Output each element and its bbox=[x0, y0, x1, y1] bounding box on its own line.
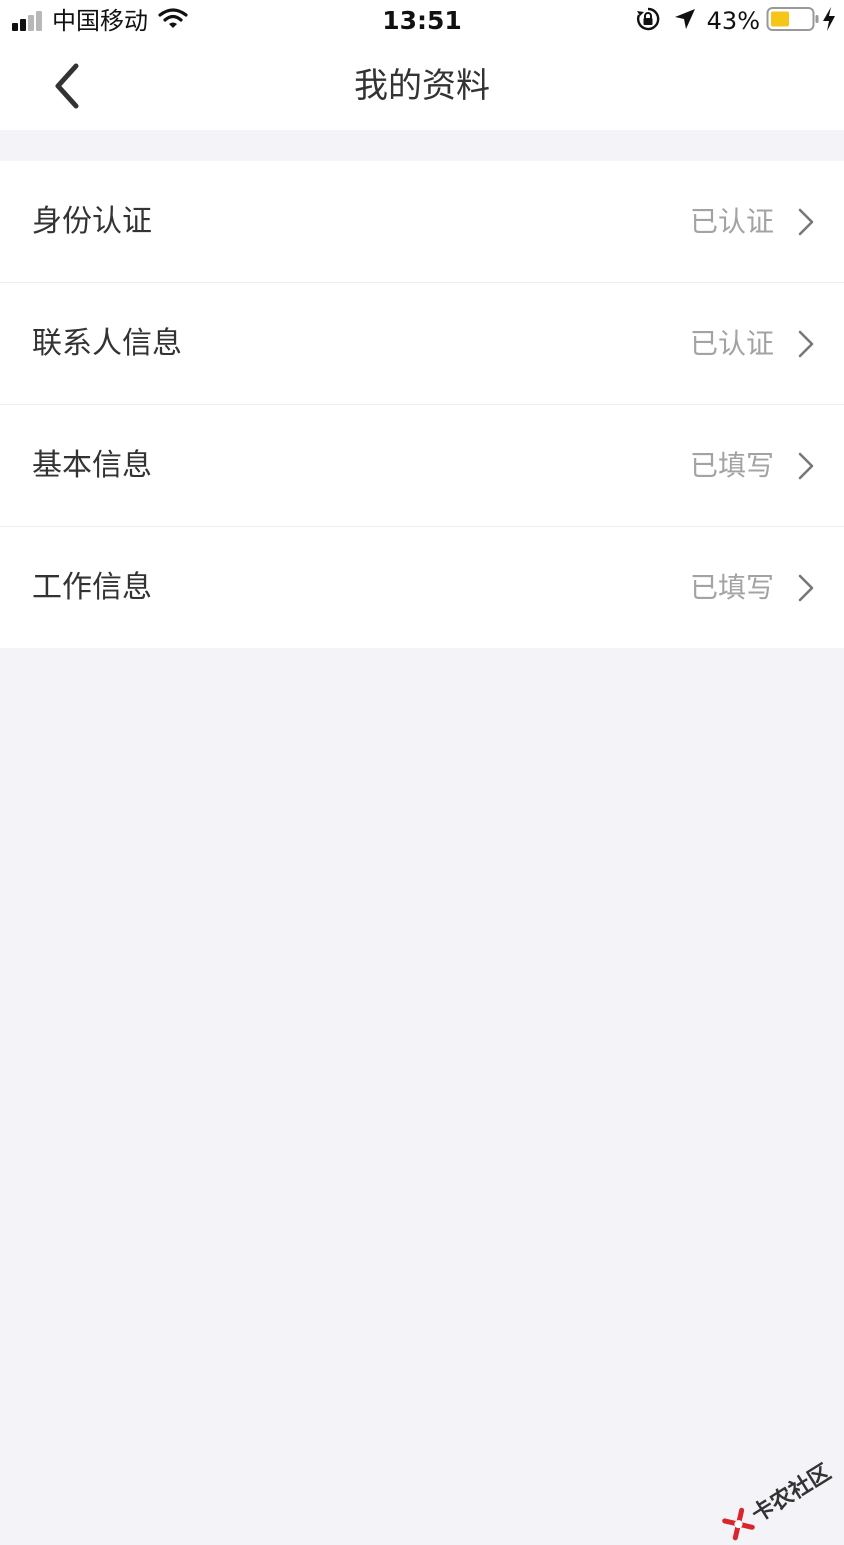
page-title: 我的资料 bbox=[354, 66, 490, 106]
item-status: 已填写 bbox=[689, 449, 774, 482]
battery-percentage: 43% bbox=[706, 7, 760, 35]
list-item-basic-info[interactable]: 基本信息 已填写 bbox=[0, 405, 844, 527]
chevron-right-icon bbox=[798, 452, 814, 480]
status-bar: 中国移动 13:51 43% bbox=[0, 0, 844, 44]
item-label: 基本信息 bbox=[32, 448, 152, 483]
item-status: 已认证 bbox=[689, 205, 774, 238]
list-item-work-info[interactable]: 工作信息 已填写 bbox=[0, 527, 844, 648]
location-arrow-icon bbox=[673, 7, 697, 35]
item-label: 联系人信息 bbox=[32, 326, 182, 361]
status-bar-right: 43% bbox=[635, 6, 836, 36]
navigation-bar: 我的资料 bbox=[0, 44, 844, 130]
item-label: 工作信息 bbox=[32, 570, 152, 605]
charging-bolt-icon bbox=[822, 6, 836, 36]
rotation-lock-icon bbox=[635, 6, 661, 36]
chevron-right-icon bbox=[798, 208, 814, 236]
battery-icon bbox=[766, 6, 820, 36]
item-label: 身份认证 bbox=[32, 204, 152, 239]
item-status: 已填写 bbox=[689, 571, 774, 604]
item-status: 已认证 bbox=[689, 327, 774, 360]
list-item-identity-verification[interactable]: 身份认证 已认证 bbox=[0, 161, 844, 283]
profile-list: 身份认证 已认证 联系人信息 已认证 基本信息 已填写 工作信息 已填写 bbox=[0, 161, 844, 648]
chevron-right-icon bbox=[798, 330, 814, 358]
list-item-contact-info[interactable]: 联系人信息 已认证 bbox=[0, 283, 844, 405]
chevron-right-icon bbox=[798, 574, 814, 602]
watermark-text: 卡农社区 bbox=[747, 1459, 836, 1528]
